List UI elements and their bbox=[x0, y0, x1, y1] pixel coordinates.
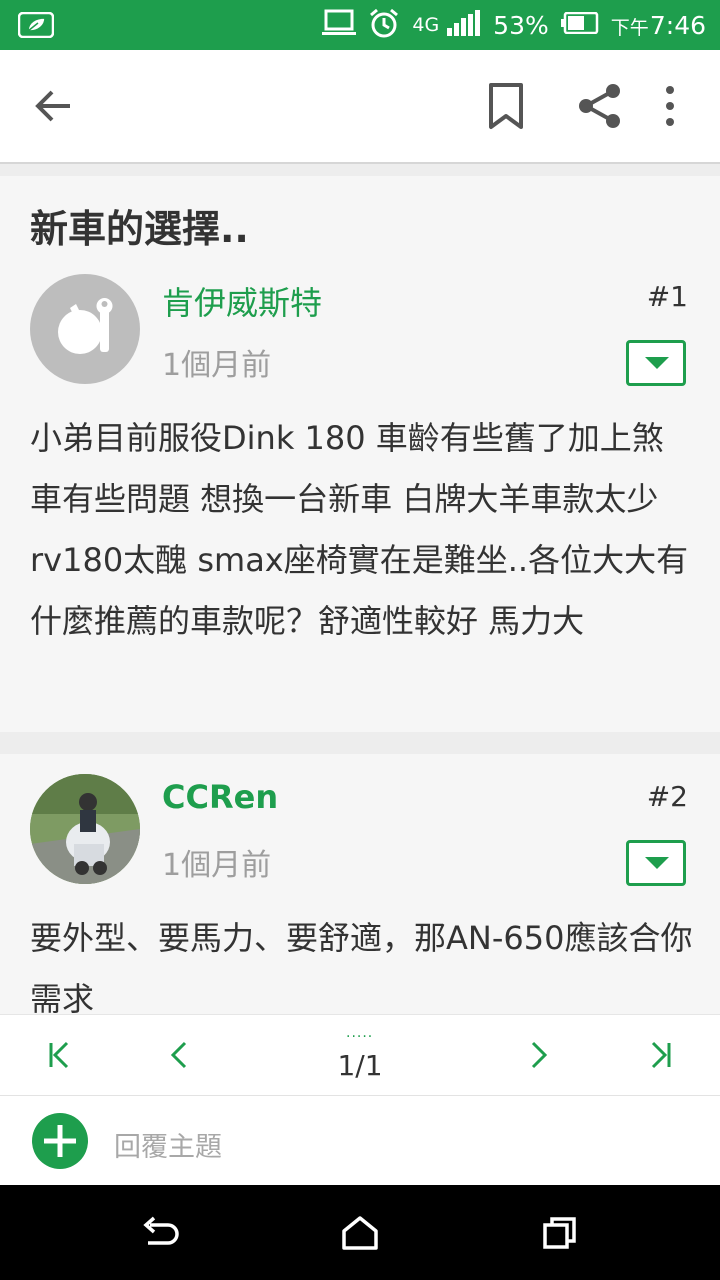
reply-bar[interactable]: 回覆主題 bbox=[0, 1095, 720, 1186]
floor-number: #1 bbox=[646, 280, 688, 313]
thread-title: 新車的選擇.. bbox=[30, 207, 249, 251]
post-card: CCRen 1個月前 #2 要外型、要馬力、要舒適，那AN-650應該合你需求 bbox=[0, 754, 720, 1014]
network-type: 4G bbox=[412, 14, 440, 36]
share-icon[interactable] bbox=[577, 82, 623, 134]
back-nav-icon[interactable] bbox=[140, 1215, 180, 1255]
thread-content[interactable]: 新車的選擇.. 肯伊威斯特 1個月前 #1 小弟目前服役Dink 180 車齡有… bbox=[0, 176, 720, 1014]
add-reply-button[interactable] bbox=[32, 1113, 88, 1169]
avatar[interactable] bbox=[30, 774, 140, 884]
post-time: 1個月前 bbox=[162, 348, 272, 383]
post-body: 要外型、要馬力、要舒適，那AN-650應該合你需求 bbox=[30, 919, 693, 1014]
toolbar bbox=[0, 50, 720, 164]
clock: 7:46 bbox=[649, 10, 706, 40]
home-nav-icon[interactable] bbox=[340, 1215, 380, 1255]
recents-nav-icon[interactable] bbox=[542, 1215, 578, 1255]
page-indicator-dots: ..... bbox=[346, 1025, 374, 1041]
battery-percent: 53% bbox=[493, 10, 549, 40]
caret-down-icon bbox=[645, 357, 669, 369]
next-page-icon[interactable] bbox=[530, 1041, 548, 1073]
bookmark-icon[interactable] bbox=[488, 82, 524, 134]
pagination-bar: ..... 1/1 bbox=[0, 1014, 720, 1095]
post-menu-button[interactable] bbox=[626, 840, 686, 886]
plus-icon bbox=[44, 1125, 76, 1157]
back-arrow-icon[interactable] bbox=[34, 86, 74, 130]
reply-input[interactable]: 回覆主題 bbox=[114, 1125, 222, 1164]
post-time: 1個月前 bbox=[162, 848, 272, 883]
username[interactable]: 肯伊威斯特 bbox=[162, 278, 322, 324]
more-vert-icon[interactable] bbox=[660, 84, 680, 132]
caret-down-icon bbox=[645, 857, 669, 869]
alarm-icon bbox=[368, 7, 400, 43]
signal-icon bbox=[447, 10, 481, 40]
battery-icon bbox=[560, 11, 599, 38]
avatar[interactable] bbox=[30, 274, 140, 384]
leaf-notification-icon bbox=[17, 11, 55, 42]
last-page-icon[interactable] bbox=[650, 1041, 672, 1073]
post-body: 小弟目前服役Dink 180 車齡有些舊了加上煞車有些問題 想換一台新車 白牌大… bbox=[30, 419, 689, 640]
post-card: 新車的選擇.. 肯伊威斯特 1個月前 #1 小弟目前服役Dink 180 車齡有… bbox=[0, 176, 720, 732]
post-menu-button[interactable] bbox=[626, 340, 686, 386]
laptop-icon bbox=[322, 9, 357, 41]
status-bar: 4G 53% 下午 7:46 bbox=[0, 0, 720, 50]
page-number[interactable]: 1/1 bbox=[0, 1049, 720, 1082]
username[interactable]: CCRen bbox=[162, 778, 278, 816]
system-nav-bar bbox=[0, 1185, 720, 1280]
floor-number: #2 bbox=[646, 780, 688, 813]
time-prefix: 下午 bbox=[610, 16, 649, 39]
